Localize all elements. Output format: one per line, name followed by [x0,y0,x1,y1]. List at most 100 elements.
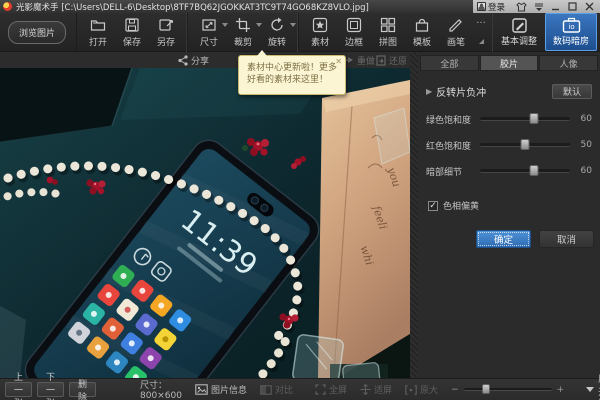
delete-button[interactable]: 删除 [69,382,96,397]
template-button[interactable]: 模板 [405,16,439,48]
expand-button[interactable]: 展开(1) [586,372,600,400]
more-tools-button[interactable]: ··· [473,16,489,44]
tooltip-arrow [257,50,267,56]
more-corner-icon [479,39,484,44]
effects-panel: 全部 胶片 人像 ▶ 反转片负冲 默认 绿色饱和度 60 红色饱和度 50 暗部… [418,52,600,378]
panel-buttons: 确定 取消 [418,230,594,248]
shadow-detail-slider[interactable] [480,169,570,173]
slider-row-red: 红色饱和度 50 [426,139,592,151]
share-icon [178,55,188,66]
fullscreen-icon [315,384,326,395]
darkroom-camera-icon: io [562,16,581,34]
open-button[interactable]: 打开 [81,16,115,48]
frame-icon [346,17,362,34]
slider-value: 60 [576,114,592,124]
slider-thumb[interactable] [530,165,539,176]
tab-digital-darkroom[interactable]: io 数码暗房 [545,13,597,51]
login-label: 登录 [488,1,505,13]
effects-tabs: 全部 胶片 人像 [418,52,600,71]
collage-icon [380,17,396,34]
prev-image-button[interactable]: 上一张 [5,382,32,397]
image-info-icon [195,384,208,395]
frame-button[interactable]: 边框 [337,16,371,48]
close-button[interactable] [581,1,598,12]
slider-row-shadow: 暗部细节 60 [426,165,592,177]
cancel-button[interactable]: 取消 [539,230,594,248]
transform-group: 尺寸 裁剪 旋转 [187,13,298,52]
material-button[interactable]: 素材 [303,16,337,48]
skin-icon[interactable] [513,1,530,12]
image-info-button[interactable]: 图片信息 [195,383,247,396]
fullscreen-button[interactable]: 全屏 [315,383,347,396]
rotate-dropdown-caret[interactable] [290,23,296,27]
browse-images-button[interactable]: 浏览图片 [8,21,66,44]
slider-label: 红色饱和度 [426,139,474,152]
section-arrow-icon: ▶ [426,87,432,96]
template-bag-icon [414,17,430,34]
brush-icon [448,17,464,34]
checkbox-label: 色相偏黄 [443,199,479,212]
save-floppy-icon [124,17,140,34]
open-folder-icon [90,17,106,34]
ok-button[interactable]: 确定 [476,230,531,248]
app-window: 光影魔术手 [C:\Users\DELL-6\Desktop\8TF7BQ62J… [0,0,600,400]
tab-film[interactable]: 胶片 [480,55,539,71]
rotate-button[interactable]: 旋转 [260,16,294,48]
tab-all[interactable]: 全部 [420,55,479,71]
collage-button[interactable]: 拼图 [371,16,405,48]
main-toolbar: 浏览图片 打开 保存 另存 尺寸 裁剪 [0,13,600,52]
hue-yellow-checkbox[interactable]: ✓ [428,201,438,211]
green-saturation-slider[interactable] [480,117,570,121]
zoom-out-button[interactable]: − [451,385,459,395]
restore-icon [376,55,386,66]
slider-thumb[interactable] [521,139,530,150]
red-saturation-slider[interactable] [480,143,570,147]
expand-caret-icon [586,387,594,392]
save-button[interactable]: 保存 [115,16,149,48]
mode-group: 基本调整 io 数码暗房 T 文字 水印 [493,13,600,52]
minimize-button[interactable] [547,1,564,12]
save-as-button[interactable]: 另存 [149,16,183,48]
title-bar: 光影魔术手 [C:\Users\DELL-6\Desktop\8TF7BQ62J… [0,0,600,13]
slider-label: 暗部细节 [426,165,474,178]
restore-button[interactable]: 还原 [376,54,407,67]
image-size-text: 尺寸：800×600 [140,378,182,400]
share-button[interactable]: 分享 [178,54,209,67]
crop-icon [235,17,251,34]
actual-size-button[interactable]: 原大 [405,383,438,396]
zoom-slider[interactable] [464,388,552,391]
zoom-control: − + [451,385,564,395]
redo-button[interactable]: 重做 [342,54,375,67]
tooltip-close-icon[interactable]: ✕ [335,57,342,66]
fit-screen-button[interactable]: 适屏 [360,383,392,396]
app-logo-icon [3,2,12,11]
effect-title: 反转片负冲 [436,84,486,99]
main-menu-icon[interactable] [530,1,547,12]
compare-button[interactable]: 对比 [260,383,293,396]
slider-label: 绿色饱和度 [426,113,474,126]
next-image-button[interactable]: 下一张 [37,382,64,397]
zoom-slider-thumb[interactable] [482,384,490,394]
login-button[interactable]: 登录 [477,1,505,13]
crop-button[interactable]: 裁剪 [226,16,260,48]
resize-icon [201,17,217,34]
tab-portrait[interactable]: 人像 [539,55,598,71]
material-star-icon [312,17,328,34]
actual-size-icon [405,385,417,395]
maximize-button[interactable] [564,1,581,12]
compare-icon [260,385,272,395]
photo-canvas: you feeli whi 11:39 [0,68,410,378]
slider-thumb[interactable] [530,113,539,124]
slider-row-green: 绿色饱和度 60 [426,113,592,125]
resize-button[interactable]: 尺寸 [192,16,226,48]
material-update-tooltip: ✕ 素材中心更新啦！更多 好看的素材来这里！ [238,55,346,95]
hue-yellow-checkbox-row: ✓ 色相偏黄 [428,199,592,212]
tab-basic-adjust[interactable]: 基本调整 [493,13,545,51]
avatar-icon [477,2,486,11]
default-button[interactable]: 默认 [552,84,592,99]
save-as-icon [158,17,174,34]
canvas-toolbar: 分享 重做 还原 [0,52,410,68]
rotate-icon [269,17,285,34]
zoom-in-button[interactable]: + [557,385,565,395]
brush-button[interactable]: 画笔 [439,16,473,48]
